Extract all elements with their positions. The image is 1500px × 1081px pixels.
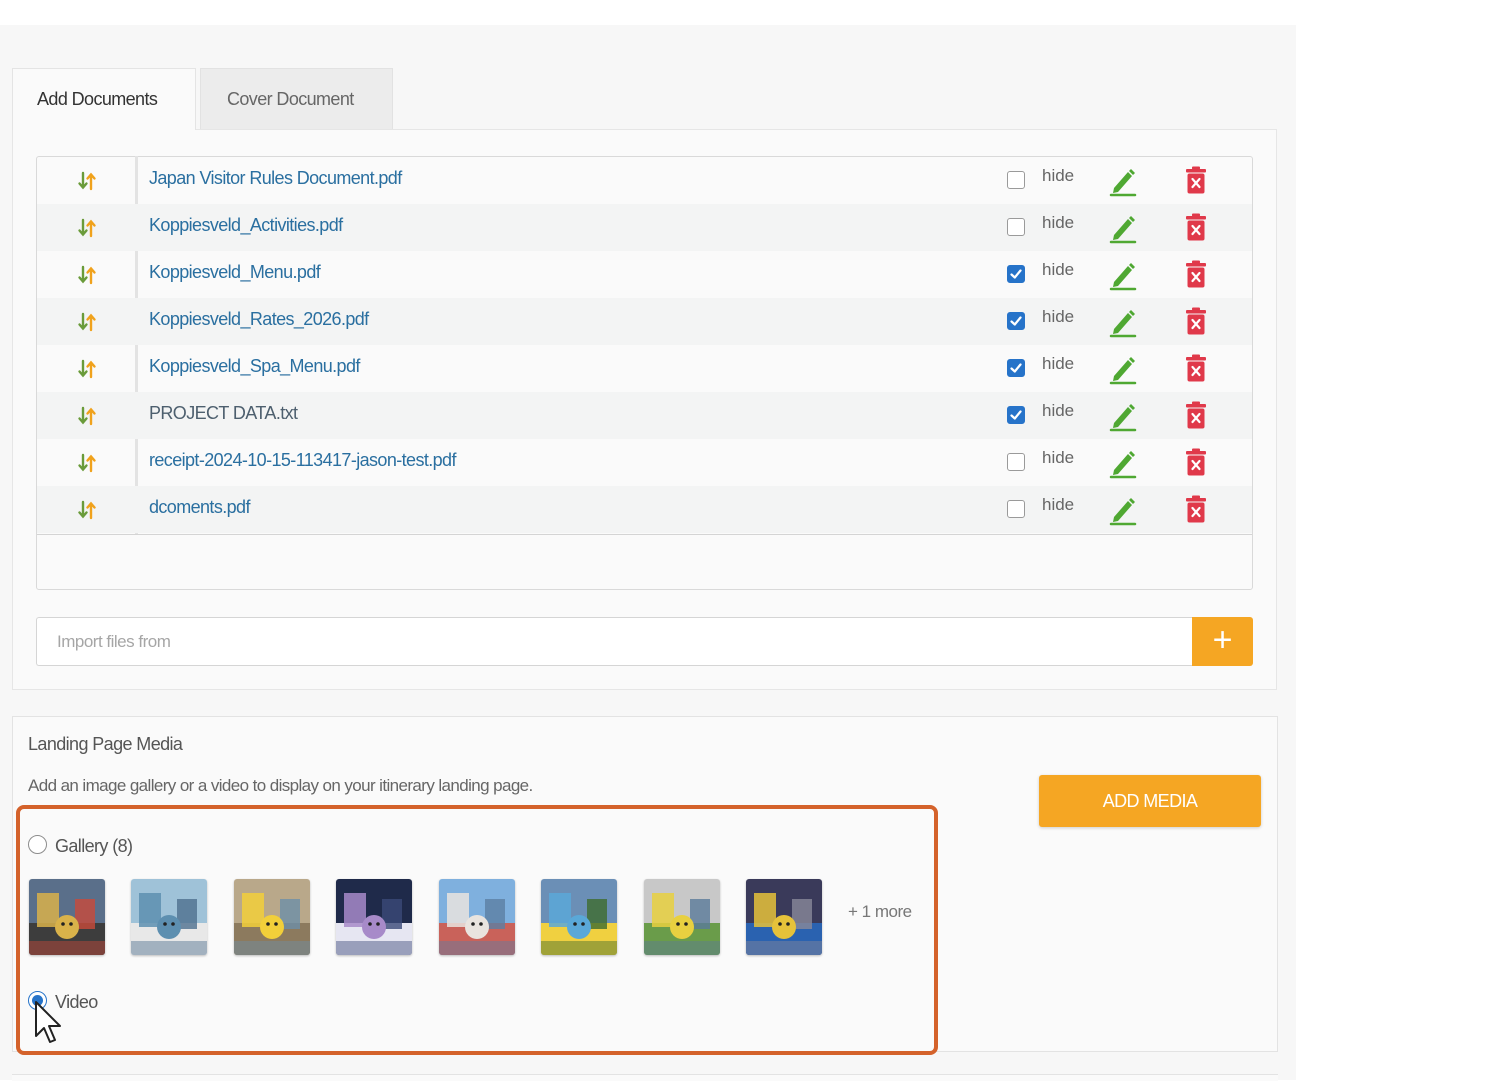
delete-trash-icon[interactable]	[1185, 448, 1207, 476]
video-radio[interactable]	[28, 991, 47, 1010]
hide-label: hide	[1042, 354, 1075, 373]
edit-pencil-icon[interactable]	[1107, 306, 1139, 338]
document-row: Japan Visitor Rules Document.pdf hide	[37, 157, 1252, 204]
document-row: Koppiesveld_Activities.pdf hide	[37, 204, 1252, 251]
gallery-thumbnail[interactable]	[644, 879, 720, 955]
sort-arrows-icon[interactable]	[77, 453, 97, 473]
hide-label: hide	[1042, 401, 1075, 420]
import-files-input[interactable]	[36, 617, 1193, 666]
delete-trash-icon[interactable]	[1185, 307, 1207, 335]
sort-arrows-icon[interactable]	[77, 406, 97, 426]
check-icon	[1010, 410, 1022, 420]
delete-trash-icon[interactable]	[1185, 213, 1207, 241]
delete-trash-icon[interactable]	[1185, 354, 1207, 382]
hide-checkbox[interactable]	[1007, 218, 1025, 236]
add-import-button[interactable]: +	[1192, 617, 1253, 666]
document-row: PROJECT DATA.txt hide	[37, 392, 1252, 439]
pikachu-museum-photo-icon	[746, 879, 822, 955]
pikachu-gate-photo-icon	[29, 879, 105, 955]
pikachu-stage-photo-icon	[644, 879, 720, 955]
edit-pencil-icon[interactable]	[1107, 353, 1139, 385]
hide-checkbox[interactable]	[1007, 171, 1025, 189]
hide-label: hide	[1042, 260, 1075, 279]
edit-pencil-icon[interactable]	[1107, 259, 1139, 291]
hide-label: hide	[1042, 495, 1075, 514]
media-title: Landing Page Media	[28, 734, 183, 754]
delete-trash-icon[interactable]	[1185, 401, 1207, 429]
hide-label: hide	[1042, 166, 1075, 185]
sort-arrows-icon[interactable]	[77, 500, 97, 520]
document-row: Koppiesveld_Menu.pdf hide	[37, 251, 1252, 298]
gallery-thumbnail[interactable]	[439, 879, 515, 955]
pikachu-street-photo-icon	[234, 879, 310, 955]
document-row: receipt-2024-10-15-113417-jason-test.pdf…	[37, 439, 1252, 486]
city-night-photo-icon	[336, 879, 412, 955]
gallery-thumbnail[interactable]	[746, 879, 822, 955]
pokemon-statue-photo-icon	[131, 879, 207, 955]
tower-building-photo-icon	[439, 879, 515, 955]
gallery-radio[interactable]	[28, 835, 47, 854]
document-link[interactable]: Japan Visitor Rules Document.pdf	[149, 168, 402, 189]
hide-checkbox[interactable]	[1007, 359, 1025, 377]
document-link[interactable]: Koppiesveld_Menu.pdf	[149, 262, 321, 283]
delete-trash-icon[interactable]	[1185, 495, 1207, 523]
edit-pencil-icon[interactable]	[1107, 494, 1139, 526]
hide-checkbox[interactable]	[1007, 453, 1025, 471]
check-icon	[1010, 269, 1022, 279]
hide-label: hide	[1042, 448, 1075, 467]
tab-add-documents[interactable]: Add Documents	[12, 68, 196, 130]
sort-arrows-icon[interactable]	[77, 171, 97, 191]
add-media-button[interactable]: ADD MEDIA	[1039, 775, 1261, 827]
gallery-thumbnail[interactable]	[336, 879, 412, 955]
more-images-label[interactable]: + 1 more	[848, 902, 912, 922]
document-link[interactable]: Koppiesveld_Activities.pdf	[149, 215, 343, 236]
import-files-group: +	[36, 617, 1253, 666]
hide-label: hide	[1042, 213, 1075, 232]
pokemon-float-photo-icon	[541, 879, 617, 955]
sort-arrows-icon[interactable]	[77, 218, 97, 238]
sort-arrows-icon[interactable]	[77, 312, 97, 332]
document-row: Koppiesveld_Spa_Menu.pdf hide	[37, 345, 1252, 392]
hide-checkbox[interactable]	[1007, 265, 1025, 283]
hide-checkbox[interactable]	[1007, 312, 1025, 330]
document-link[interactable]: dcoments.pdf	[149, 497, 250, 518]
gallery-thumbnail[interactable]	[131, 879, 207, 955]
delete-trash-icon[interactable]	[1185, 166, 1207, 194]
edit-pencil-icon[interactable]	[1107, 165, 1139, 197]
document-link[interactable]: Koppiesveld_Rates_2026.pdf	[149, 309, 369, 330]
sort-arrows-icon[interactable]	[77, 359, 97, 379]
edit-pencil-icon[interactable]	[1107, 212, 1139, 244]
document-link[interactable]: PROJECT DATA.txt	[149, 403, 298, 424]
edit-pencil-icon[interactable]	[1107, 447, 1139, 479]
hide-checkbox[interactable]	[1007, 500, 1025, 518]
edit-pencil-icon[interactable]	[1107, 400, 1139, 432]
gallery-thumbnail[interactable]	[541, 879, 617, 955]
plus-icon: +	[1212, 621, 1233, 659]
table-divider	[37, 534, 1252, 535]
delete-trash-icon[interactable]	[1185, 260, 1207, 288]
document-row: dcoments.pdf hide	[37, 486, 1252, 533]
media-description: Add an image gallery or a video to displ…	[28, 776, 533, 795]
tab-cover-document[interactable]: Cover Document	[200, 68, 393, 130]
document-link[interactable]: receipt-2024-10-15-113417-jason-test.pdf	[149, 450, 456, 471]
gallery-thumbnail[interactable]	[29, 879, 105, 955]
gallery-label: Gallery (8)	[55, 836, 133, 856]
hide-label: hide	[1042, 307, 1075, 326]
video-label: Video	[55, 992, 98, 1012]
gallery-thumbnail[interactable]	[234, 879, 310, 955]
document-row: Koppiesveld_Rates_2026.pdf hide	[37, 298, 1252, 345]
document-link[interactable]: Koppiesveld_Spa_Menu.pdf	[149, 356, 360, 377]
hide-checkbox[interactable]	[1007, 406, 1025, 424]
check-icon	[1010, 316, 1022, 326]
check-icon	[1010, 363, 1022, 373]
sort-arrows-icon[interactable]	[77, 265, 97, 285]
